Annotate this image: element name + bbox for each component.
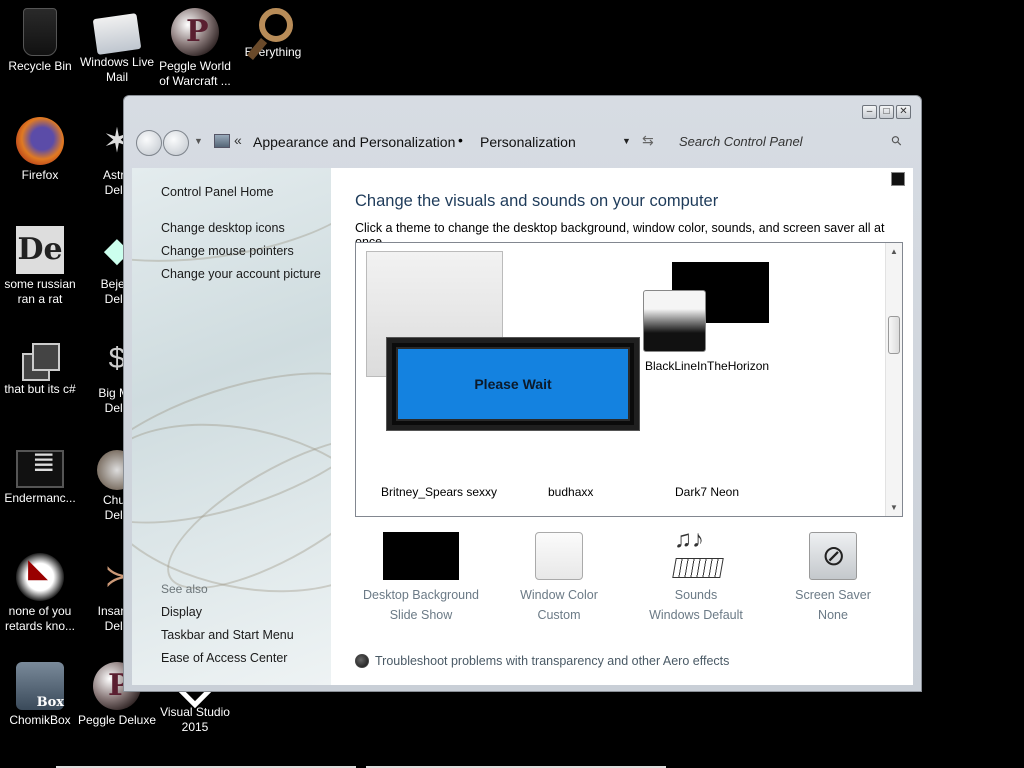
troubleshoot-aero-link[interactable]: Troubleshoot problems with transparency … (355, 654, 729, 668)
desktop-icon-label: none of you retards kno... (4, 604, 76, 633)
control-panel-home-link[interactable]: Control Panel Home (161, 185, 274, 199)
theme-color-swatch (643, 290, 706, 352)
recycle-bin-icon (23, 8, 57, 56)
option-value: None (818, 608, 848, 622)
desktop-icon-label: Windows Live Mail (79, 55, 155, 84)
option-value: Windows Default (649, 608, 743, 622)
desktop-icon-that-but-its-csharp[interactable]: that but its c# (0, 335, 80, 397)
main-panel: Change the visuals and sounds on your co… (331, 168, 913, 685)
de-icon: De (16, 226, 64, 274)
desktop-icon-some-russian[interactable]: De some russian ran a rat (0, 226, 80, 307)
windows-stack-icon (22, 343, 60, 381)
change-account-picture-link[interactable]: Change your account picture (161, 267, 321, 281)
see-also-heading: See also (161, 582, 208, 596)
navigation-bar: ▼ « Appearance and Personalization • Per… (136, 128, 914, 156)
desktop-icon-label: some russian ran a rat (4, 277, 76, 306)
scroll-down-arrow-icon[interactable]: ▼ (890, 503, 898, 512)
desktop-icon-windows-live-mail[interactable]: Windows Live Mail (77, 8, 157, 85)
desktop-icon-label: Peggle Deluxe (77, 713, 157, 727)
theme-list[interactable]: BlackLineInTheHorizon Please Wait Britne… (355, 242, 903, 517)
desktop-icon-label: ChomikBox (9, 713, 71, 727)
firefox-icon (16, 117, 64, 165)
display-link[interactable]: Display (161, 605, 202, 619)
search-magnifier-icon (259, 8, 293, 42)
search-input[interactable] (674, 128, 914, 154)
desktop-background-icon (383, 532, 459, 580)
minimize-button[interactable]: ‒ (862, 105, 877, 119)
sounds-option[interactable]: Sounds Windows Default (626, 526, 766, 622)
refresh-icon[interactable]: ⇆ (642, 132, 654, 149)
scroll-thumb[interactable] (888, 316, 900, 354)
option-name: Window Color (520, 588, 598, 602)
forward-button[interactable] (163, 130, 189, 156)
breadcrumb-appearance[interactable]: Appearance and Personalization (253, 134, 455, 150)
breadcrumb-separator[interactable]: • (458, 132, 463, 148)
dragon-icon (16, 553, 64, 601)
desktop-icon-peggle-wow[interactable]: Peggle World of Warcraft ... (155, 8, 235, 89)
breadcrumb-personalization[interactable]: Personalization (480, 134, 576, 150)
desktop-icon-firefox[interactable]: Firefox (0, 117, 80, 183)
chomikbox-icon (16, 662, 64, 710)
sidebar: Control Panel Home Change desktop icons … (132, 168, 331, 685)
desktop-icon-label: Endermanc... (4, 491, 76, 505)
desktop-icon-label: that but its c# (4, 382, 76, 396)
back-button[interactable] (136, 130, 162, 156)
peggle-icon (171, 8, 219, 56)
window-color-option[interactable]: Window Color Custom (489, 532, 629, 622)
ease-of-access-link[interactable]: Ease of Access Center (161, 651, 287, 665)
sounds-icon (670, 526, 722, 580)
desktop-icon-none-of-you[interactable]: none of you retards kno... (0, 553, 80, 634)
desktop-icon-label: Peggle World of Warcraft ... (159, 59, 231, 88)
taskbar-start-menu-link[interactable]: Taskbar and Start Menu (161, 628, 294, 642)
change-mouse-pointers-link[interactable]: Change mouse pointers (161, 244, 294, 258)
scroll-up-arrow-icon[interactable]: ▲ (890, 247, 898, 256)
theme-list-scrollbar[interactable]: ▲ ▼ (885, 243, 902, 516)
desktop-icon-everything[interactable]: Everything (233, 8, 313, 60)
troubleshoot-icon (355, 654, 369, 668)
theme-label-blacklineinthehorizon[interactable]: BlackLineInTheHorizon (645, 359, 769, 373)
desktop-icon-recycle-bin[interactable]: Recycle Bin (0, 8, 80, 74)
terminal-icon (16, 450, 64, 488)
theme-label-britney-spears[interactable]: Britney_Spears sexxy (381, 485, 497, 499)
option-name: Desktop Background (362, 588, 480, 602)
maximize-button[interactable]: □ (879, 105, 894, 119)
desktop-icon-label: Visual Studio 2015 (160, 705, 230, 734)
desktop-icon-label: Everything (244, 45, 302, 59)
option-name: Sounds (674, 588, 718, 602)
option-value: Slide Show (389, 608, 453, 622)
page-title: Change the visuals and sounds on your co… (355, 192, 719, 210)
screen-saver-icon (809, 532, 857, 580)
screen-saver-option[interactable]: Screen Saver None (763, 532, 903, 622)
desktop-icon-chomikbox[interactable]: ChomikBox (0, 662, 80, 728)
option-value: Custom (537, 608, 581, 622)
change-desktop-icons-link[interactable]: Change desktop icons (161, 221, 285, 235)
window-color-icon (535, 532, 583, 580)
help-icon[interactable] (891, 172, 905, 186)
close-button[interactable]: ✕ (896, 105, 911, 119)
search-box: ⚲ (674, 128, 914, 154)
breadcrumb-overflow-chevron[interactable]: « (234, 132, 242, 148)
control-panel-icon (214, 134, 230, 148)
mail-icon (92, 13, 142, 55)
please-wait-text: Please Wait (392, 343, 634, 425)
desktop-icon-label: Firefox (21, 168, 59, 182)
personalization-window: ‒ □ ✕ ▼ « Appearance and Personalization… (123, 95, 922, 692)
window-controls: ‒ □ ✕ (862, 105, 911, 119)
theme-label-dark7-neon[interactable]: Dark7 Neon (675, 485, 739, 499)
desktop-icon-label: Recycle Bin (8, 59, 72, 73)
content-area: Control Panel Home Change desktop icons … (132, 168, 913, 685)
desktop-icon-endermanch[interactable]: Endermanc... (0, 444, 80, 506)
address-dropdown-icon[interactable]: ▼ (622, 136, 631, 146)
theme-label-budhaxx[interactable]: budhaxx (548, 485, 593, 499)
troubleshoot-text: Troubleshoot problems with transparency … (375, 654, 730, 668)
please-wait-dialog: Please Wait (386, 337, 640, 431)
option-name: Screen Saver (795, 588, 871, 602)
recent-pages-dropdown-icon[interactable]: ▼ (194, 136, 203, 146)
desktop-background-option[interactable]: Desktop Background Slide Show (351, 532, 491, 622)
